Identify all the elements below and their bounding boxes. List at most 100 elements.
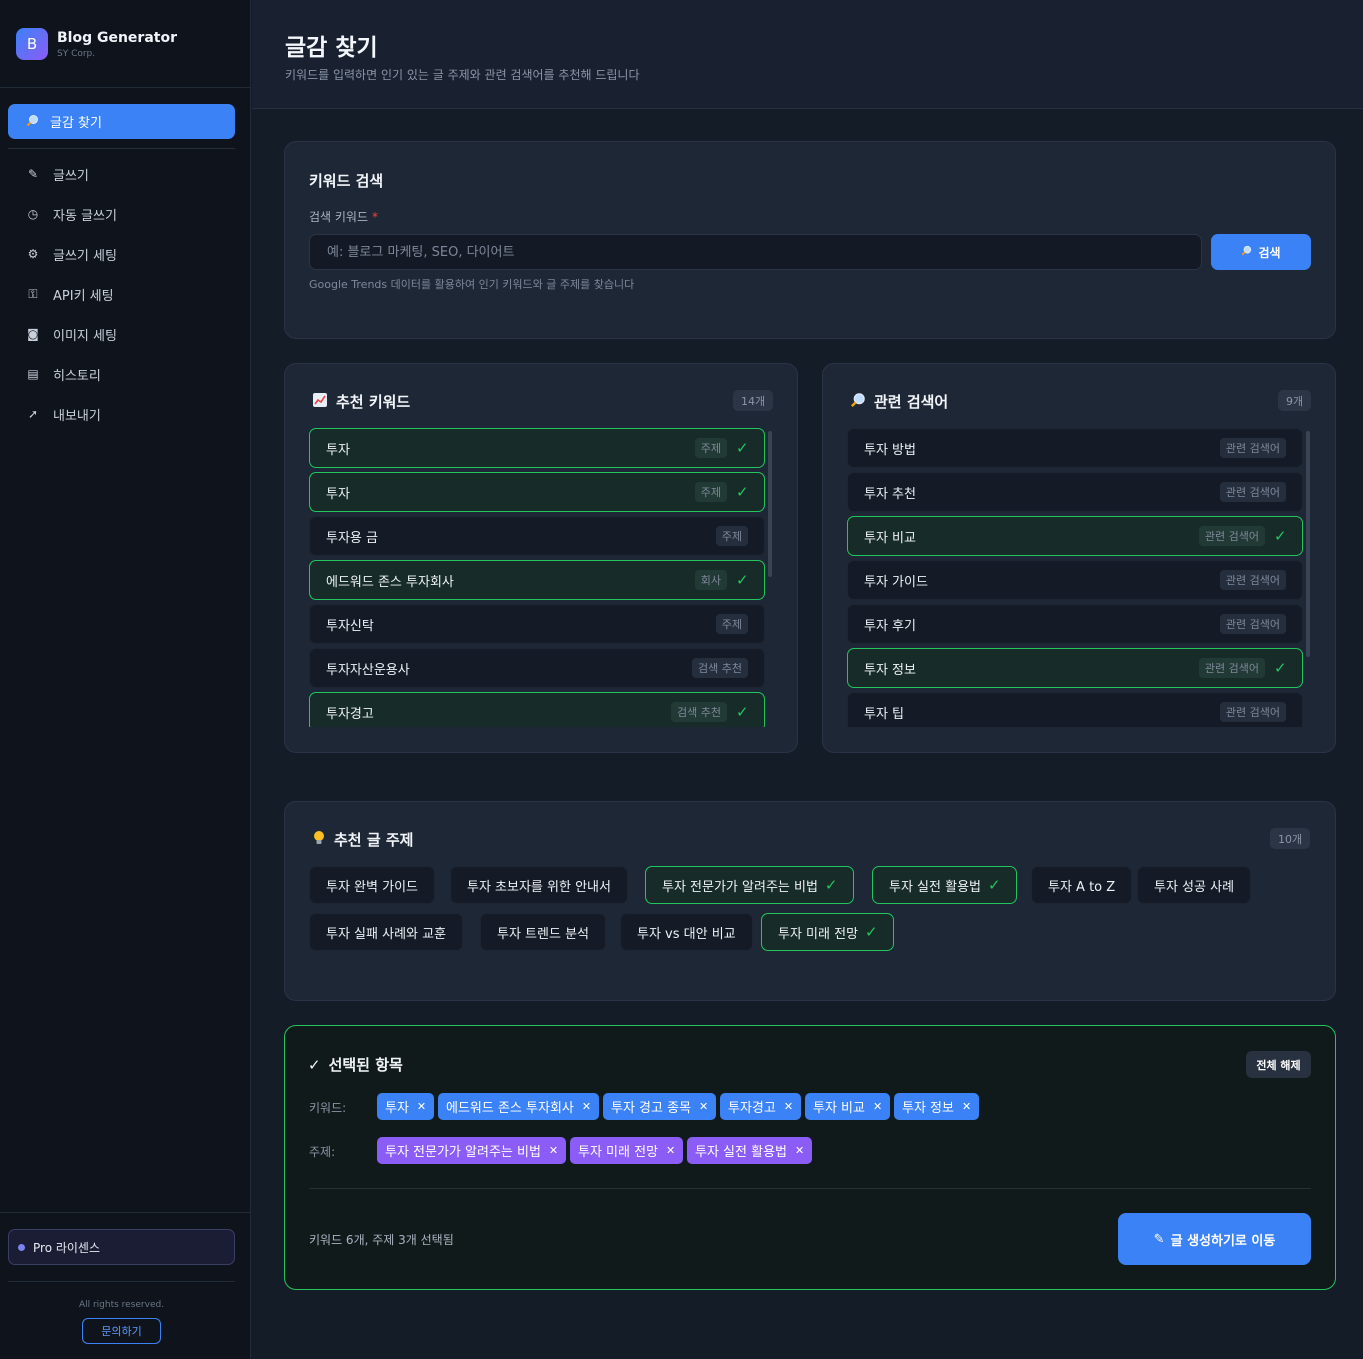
pencil-icon: ✎ [1153, 1231, 1165, 1247]
topic-chip[interactable]: 투자 성공 사례 [1137, 866, 1252, 904]
nav-list: ✎ 글쓰기 ◷ 자동 글쓰기 ⚙ 글쓰기 세팅 ⚿ API키 세팅 ◙ 이미지 세팅 ▤ 히스토리 ➚ 내… [8, 154, 235, 434]
selected-pill[interactable]: 투자 실전 활용법 ✕ [687, 1137, 813, 1164]
selected-pill[interactable]: 투자 미래 전망 ✕ [570, 1137, 684, 1164]
remove-icon[interactable]: ✕ [784, 1100, 793, 1113]
topic-chip[interactable]: 투자 미래 전망 ✓ [761, 913, 895, 951]
sidebar-item-3[interactable]: ⚿ API키 세팅 [8, 274, 235, 314]
topic-chip[interactable]: 투자 vs 대안 비교 [620, 913, 753, 951]
license-dot-icon [18, 1243, 25, 1251]
card-title: 키워드 검색 [309, 172, 384, 190]
list-item[interactable]: 투자 팁 관련 검색어 [847, 692, 1303, 727]
keyword-scrollbar[interactable] [768, 431, 772, 577]
selected-pill[interactable]: 에드워드 존스 투자회사 ✕ [438, 1093, 600, 1120]
sidebar-item-1[interactable]: ◷ 자동 글쓰기 [8, 194, 235, 234]
sidebar-item-find-topics[interactable]: 글감 찾기 [8, 104, 235, 139]
list-item-label: 투자 [326, 442, 350, 458]
remove-icon[interactable]: ✕ [582, 1100, 591, 1113]
list-item[interactable]: 투자자산운용사 검색 추천 [309, 648, 765, 688]
go-to-generate-button[interactable]: ✎ 글 생성하기로 이동 [1118, 1213, 1311, 1265]
nav-divider [8, 148, 235, 149]
license-badge[interactable]: Pro 라이센스 [8, 1229, 235, 1265]
list-item[interactable]: 투자용 금 주제 [309, 516, 765, 556]
remove-icon[interactable]: ✕ [666, 1144, 675, 1157]
type-tag: 관련 검색어 [1219, 702, 1286, 722]
sidebar-item-2[interactable]: ⚙ 글쓰기 세팅 [8, 234, 235, 274]
sidebar-item-5[interactable]: ▤ 히스토리 [8, 354, 235, 394]
selection-summary: 키워드 6개, 주제 3개 선택됨 [309, 1233, 454, 1247]
topic-chip[interactable]: 투자 전문가가 알려주는 비법 ✓ [645, 866, 854, 904]
sidebar-item-6[interactable]: ➚ 내보내기 [8, 394, 235, 434]
topic-chip[interactable]: 투자 초보자를 위한 안내서 [450, 866, 628, 904]
brand[interactable]: B Blog Generator SY Corp. [16, 28, 177, 60]
sidebar-item-0[interactable]: ✎ 글쓰기 [8, 154, 235, 194]
check-icon: ✓ [1274, 527, 1287, 545]
check-icon: ✓ [736, 571, 749, 589]
page-title: 글감 찾기 [285, 35, 378, 61]
topic-chip-label: 투자 실전 활용법 [889, 879, 981, 895]
remove-icon[interactable]: ✕ [417, 1100, 426, 1113]
list-item[interactable]: 에드워드 존스 투자회사 회사 ✓ [309, 560, 765, 600]
type-tag: 검색 추천 [671, 702, 727, 722]
type-tag: 검색 추천 [692, 658, 748, 678]
selected-pill[interactable]: 투자 경고 종목 ✕ [603, 1093, 717, 1120]
topic-chip-label: 투자 트렌드 분석 [497, 926, 589, 942]
rocket-icon: ➚ [27, 407, 39, 421]
pencil-icon: ✎ [27, 167, 39, 181]
list-item-label: 투자경고 [326, 706, 374, 722]
remove-icon[interactable]: ✕ [962, 1100, 971, 1113]
remove-icon[interactable]: ✕ [699, 1100, 708, 1113]
list-item[interactable]: 투자신탁 주제 [309, 604, 765, 644]
clear-all-button[interactable]: 전체 해제 [1246, 1051, 1311, 1078]
list-item[interactable]: 투자 정보 관련 검색어 ✓ [847, 648, 1303, 688]
search-icon [850, 392, 866, 412]
list-item[interactable]: 투자경고 검색 추천 ✓ [309, 692, 765, 727]
page-header: 글감 찾기 키워드를 입력하면 인기 있는 글 주제와 관련 검색어를 추천해 … [252, 0, 1363, 109]
remove-icon[interactable]: ✕ [873, 1100, 882, 1113]
selected-items-card: ✓ 선택된 항목 전체 해제 키워드: 주제: 투자 ✕ 에드워드 존스 투자회사 ✕… [284, 1025, 1336, 1290]
count-badge: 9개 [1278, 390, 1312, 411]
list-item[interactable]: 투자 비교 관련 검색어 ✓ [847, 516, 1303, 556]
selected-pill[interactable]: 투자 정보 ✕ [894, 1093, 980, 1120]
list-item[interactable]: 투자 주제 ✓ [309, 428, 765, 468]
sidebar-divider [0, 87, 251, 88]
rights-text: All rights reserved. [78, 1300, 165, 1310]
keyword-list: 투자 주제 ✓ 투자 주제 ✓ 투자용 금 주제 에드워드 존스 투자회사 회사 ✓ 투자신탁 주제 투자… [309, 428, 765, 727]
search-button[interactable]: 검색 [1211, 234, 1311, 270]
selected-pill-label: 투자 전문가가 알려주는 비법 [385, 1145, 541, 1160]
list-item-label: 투자용 금 [326, 530, 378, 546]
selected-keywords-label: 키워드: [309, 1101, 347, 1115]
license-label: Pro 라이센스 [33, 1240, 101, 1255]
sidebar-item-4[interactable]: ◙ 이미지 세팅 [8, 314, 235, 354]
sidebar-item-label: 이미지 세팅 [53, 328, 117, 344]
topic-chip[interactable]: 투자 실패 사례와 교훈 [309, 913, 464, 951]
list-item[interactable]: 투자 방법 관련 검색어 [847, 428, 1303, 468]
selected-pill[interactable]: 투자 ✕ [377, 1093, 435, 1120]
remove-icon[interactable]: ✕ [795, 1144, 804, 1157]
selected-pill[interactable]: 투자 전문가가 알려주는 비법 ✕ [377, 1137, 567, 1164]
type-tag: 관련 검색어 [1219, 614, 1286, 634]
topic-chip[interactable]: 투자 완벽 가이드 [309, 866, 435, 904]
card-title: ✓ 선택된 항목 [308, 1054, 403, 1075]
search-input[interactable] [309, 234, 1202, 270]
selected-pill[interactable]: 투자 비교 ✕ [805, 1093, 891, 1120]
list-item[interactable]: 투자 주제 ✓ [309, 472, 765, 512]
clock-icon: ◷ [27, 207, 39, 221]
related-searches-card: 관련 검색어 9개 투자 방법 관련 검색어 투자 추천 관련 검색어 투자 비교 관련 … [822, 363, 1336, 753]
card-title: 관련 검색어 [850, 391, 948, 412]
check-icon: ✓ [736, 703, 749, 721]
type-tag: 관련 검색어 [1219, 570, 1286, 590]
sidebar-item-label: 글쓰기 세팅 [53, 248, 117, 264]
topic-chip[interactable]: 투자 A to Z [1031, 866, 1133, 904]
remove-icon[interactable]: ✕ [549, 1144, 558, 1157]
topic-chip[interactable]: 투자 실전 활용법 ✓ [872, 866, 1017, 904]
list-item-label: 투자 정보 [864, 662, 916, 678]
list-item[interactable]: 투자 추천 관련 검색어 [847, 472, 1303, 512]
selected-pill[interactable]: 투자경고 ✕ [720, 1093, 802, 1120]
list-item[interactable]: 투자 후기 관련 검색어 [847, 604, 1303, 644]
count-badge: 14개 [733, 390, 774, 411]
topic-chip[interactable]: 투자 트렌드 분석 [480, 913, 606, 951]
check-icon: ✓ [824, 876, 838, 894]
list-item[interactable]: 투자 가이드 관련 검색어 [847, 560, 1303, 600]
related-scrollbar[interactable] [1306, 431, 1310, 657]
contact-button[interactable]: 문의하기 [82, 1318, 161, 1344]
